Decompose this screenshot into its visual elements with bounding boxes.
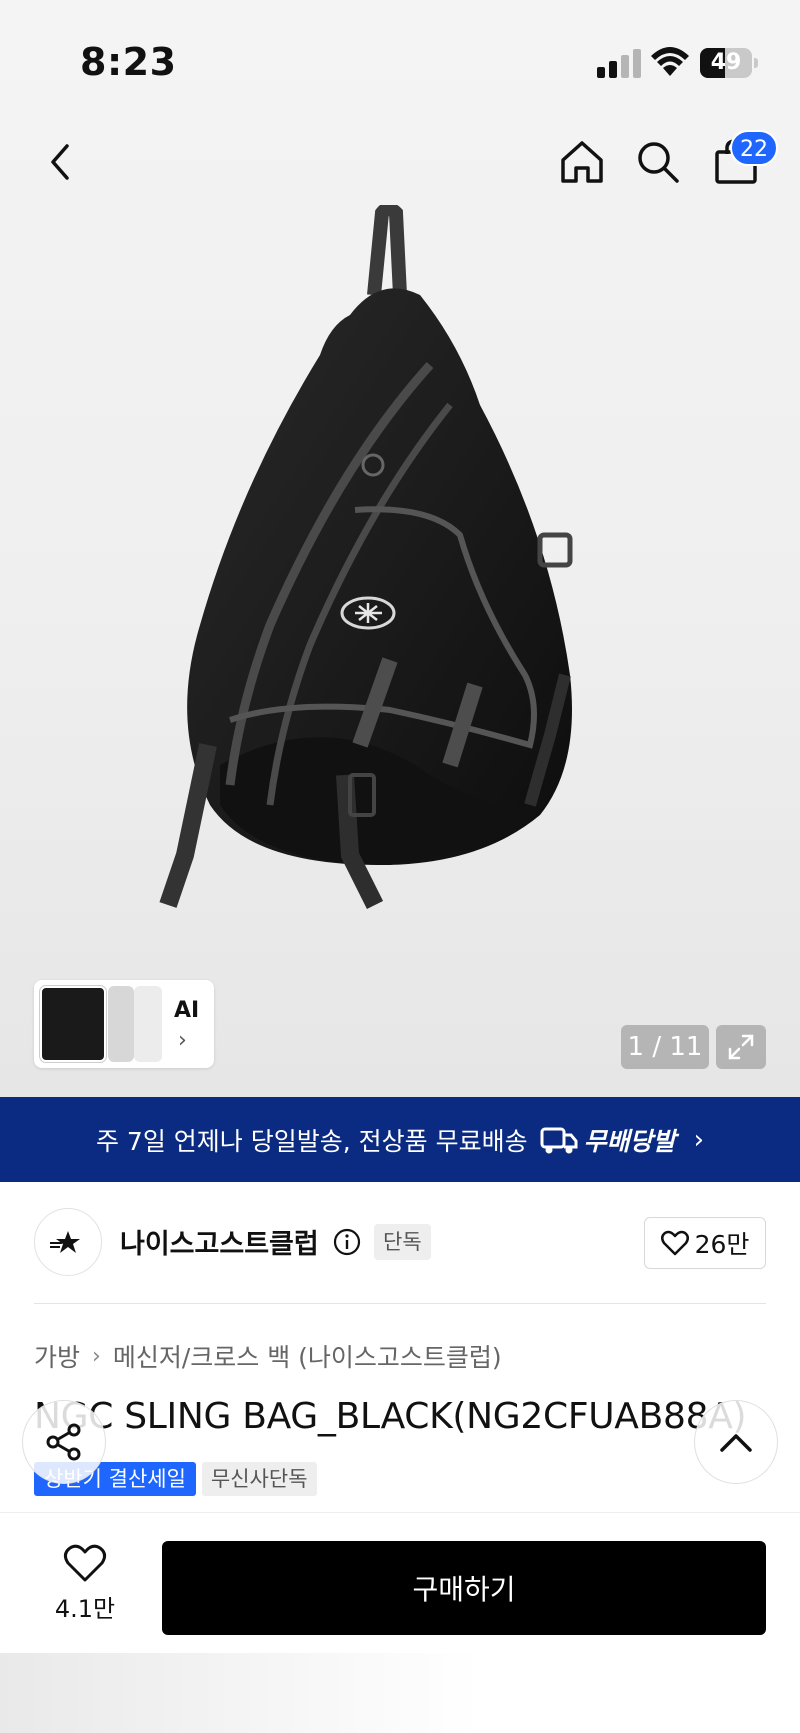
delivery-banner[interactable]: 주 7일 언제나 당일발송, 전상품 무료배송 무배당발 › bbox=[0, 1097, 800, 1182]
cart-count-badge: 22 bbox=[730, 130, 778, 166]
search-icon bbox=[638, 142, 679, 183]
battery-icon: 49 bbox=[700, 48, 758, 78]
info-icon[interactable] bbox=[333, 1228, 361, 1256]
status-bar: 8:23 49 bbox=[0, 0, 800, 110]
product-image[interactable] bbox=[130, 205, 650, 1005]
fullscreen-button[interactable] bbox=[716, 1025, 766, 1069]
banner-logo: 무배당발 bbox=[540, 1122, 676, 1158]
banner-text: 주 7일 언제나 당일발송, 전상품 무료배송 bbox=[95, 1126, 528, 1156]
wifi-icon bbox=[651, 47, 689, 76]
wishlist-count: 4.1만 bbox=[54, 1595, 116, 1623]
cellular-signal-icon bbox=[597, 48, 641, 78]
product-title: NGC SLING BAG_BLACK(NG2CFUAB88A) bbox=[34, 1396, 747, 1437]
breadcrumb-item[interactable]: 가방 bbox=[34, 1338, 80, 1374]
back-button[interactable] bbox=[30, 132, 90, 192]
bottom-action-bar: 4.1만 구매하기 bbox=[0, 1512, 800, 1733]
breadcrumb: 가방 › 메신저/크로스 백 (나이스고스트클럽) bbox=[34, 1338, 502, 1374]
brand-like-button[interactable]: 26만 bbox=[644, 1217, 766, 1269]
product-gallery[interactable]: 8:23 49 22 AI › 1 / 11 bbox=[0, 0, 800, 1097]
exclusive-tag: 무신사단독 bbox=[201, 1462, 317, 1496]
brand-star-logo bbox=[50, 1231, 80, 1253]
ai-label: AI bbox=[174, 998, 200, 1023]
scroll-top-button[interactable] bbox=[694, 1400, 778, 1484]
home-indicator-area bbox=[0, 1653, 800, 1733]
status-time: 8:23 bbox=[80, 40, 177, 84]
breadcrumb-item[interactable]: 메신저/크로스 백 (나이스고스트클럽) bbox=[113, 1338, 502, 1374]
thumbnail-image[interactable] bbox=[40, 986, 106, 1062]
search-button[interactable] bbox=[628, 132, 688, 192]
brand-like-count: 26만 bbox=[694, 1230, 750, 1259]
share-icon bbox=[46, 1423, 81, 1461]
chevron-left-icon bbox=[51, 144, 69, 180]
thumbnail-image[interactable] bbox=[134, 986, 162, 1062]
chevron-up-icon bbox=[720, 1434, 752, 1452]
home-button[interactable] bbox=[552, 132, 612, 192]
heart-icon bbox=[660, 1230, 689, 1256]
image-counter: 1 / 11 bbox=[621, 1025, 709, 1069]
wishlist-button[interactable]: 4.1만 bbox=[44, 1543, 126, 1624]
home-icon bbox=[561, 141, 603, 183]
share-button[interactable] bbox=[22, 1400, 106, 1484]
expand-icon bbox=[728, 1034, 754, 1060]
chevron-right-icon: › bbox=[92, 1343, 101, 1369]
buy-button[interactable]: 구매하기 bbox=[162, 1541, 766, 1635]
divider bbox=[34, 1303, 766, 1304]
banner-logo-text: 무배당발 bbox=[583, 1126, 676, 1156]
brand-name[interactable]: 나이스고스트클럽 bbox=[120, 1222, 319, 1261]
heart-icon bbox=[63, 1544, 107, 1582]
delivery-truck-icon bbox=[540, 1127, 578, 1153]
exclusive-tag: 단독 bbox=[374, 1224, 431, 1260]
chevron-right-icon: › bbox=[178, 1028, 187, 1053]
chevron-right-icon: › bbox=[693, 1124, 704, 1155]
ai-thumbnail-card[interactable]: AI › bbox=[34, 980, 214, 1068]
brand-logo[interactable] bbox=[34, 1208, 102, 1276]
thumbnail-image[interactable] bbox=[108, 986, 134, 1062]
